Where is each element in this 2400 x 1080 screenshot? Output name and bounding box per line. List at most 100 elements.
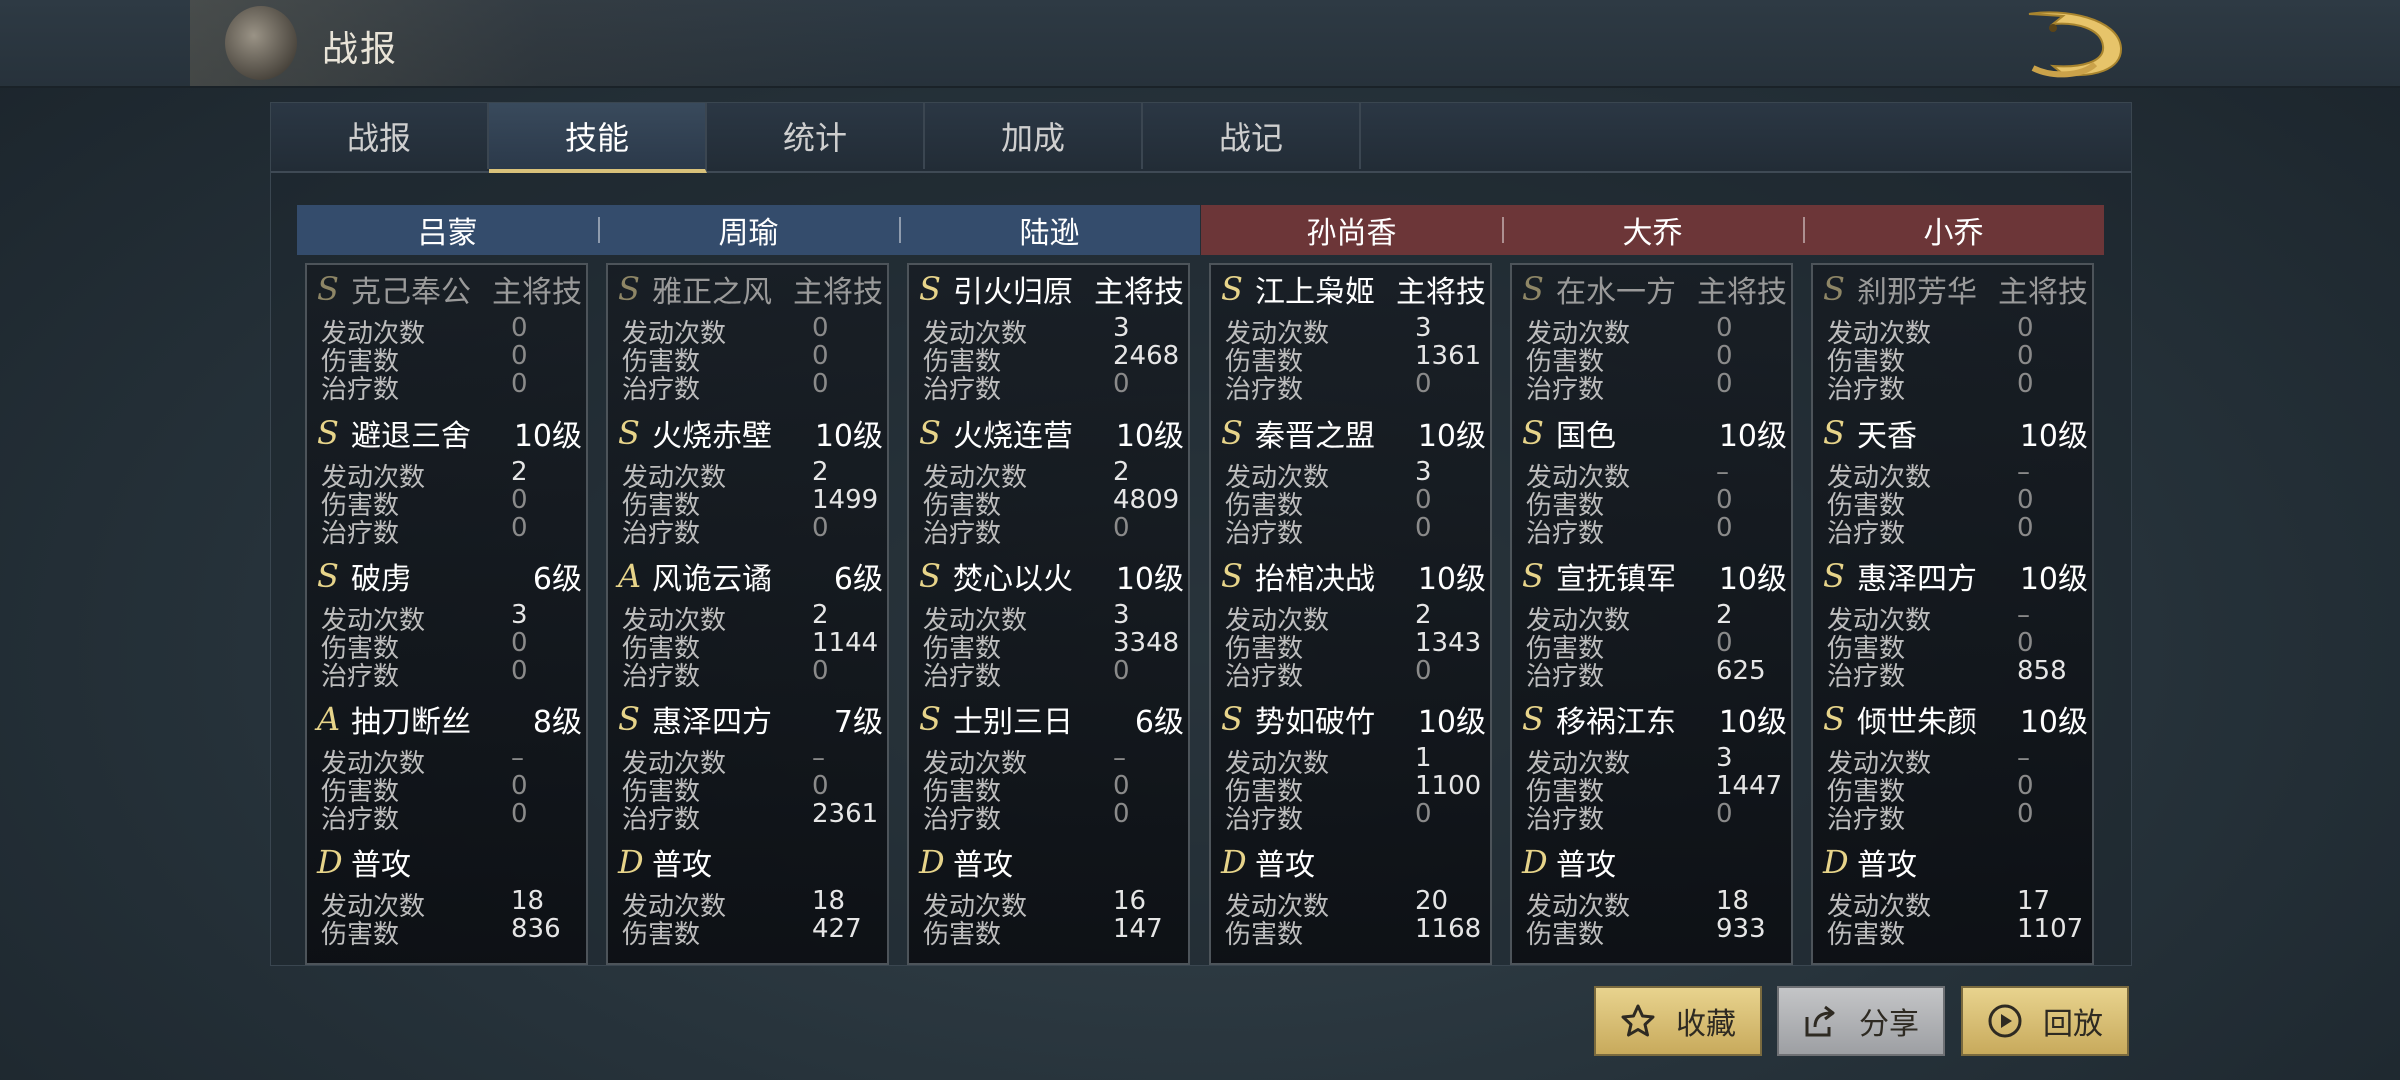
skill-header[interactable]: S 国色 10级 <box>1522 413 1787 454</box>
skill-header[interactable]: S 宣抚镇军 10级 <box>1522 556 1787 597</box>
stat-row: 发动次数 20 <box>1225 886 1485 922</box>
skill-header[interactable]: S 倾世朱颜 10级 <box>1823 699 2088 740</box>
skill-header[interactable]: S 秦晋之盟 10级 <box>1221 413 1486 454</box>
skill-level: 10级 <box>1417 419 1486 454</box>
skill-header[interactable]: S 在水一方 主将技 <box>1522 269 1787 310</box>
stat-value: 0 <box>1415 656 1432 686</box>
general-name[interactable]: 周瑜 <box>598 205 899 255</box>
stat-row: 发动次数 3 <box>1526 743 1786 779</box>
stat-row: 伤害数 1144 <box>622 628 882 664</box>
skill-header[interactable]: D 普攻 <box>1522 842 1787 883</box>
stat-row: 发动次数 18 <box>622 886 882 922</box>
skill-header[interactable]: D 普攻 <box>919 842 1184 883</box>
column-divider <box>1502 217 1504 243</box>
stat-row: 伤害数 0 <box>1827 341 2087 377</box>
skill-level: 10级 <box>2019 705 2088 740</box>
stat-row: 发动次数 16 <box>923 886 1183 922</box>
stat-value: 3 <box>1113 600 1130 630</box>
skill-header[interactable]: S 火烧连营 10级 <box>919 413 1184 454</box>
skill-header[interactable]: S 克己奉公 主将技 <box>317 269 582 310</box>
skill-header[interactable]: S 焚心以火 10级 <box>919 556 1184 597</box>
skill-header[interactable]: S 惠泽四方 7级 <box>618 699 883 740</box>
stat-value: 1144 <box>812 628 879 658</box>
stat-row: 伤害数 0 <box>1827 771 2087 807</box>
skill-header[interactable]: S 避退三舍 10级 <box>317 413 582 454</box>
stat-row: 伤害数 1100 <box>1225 771 1485 807</box>
skill-header[interactable]: S 士别三日 6级 <box>919 699 1184 740</box>
stat-row: 伤害数 0 <box>1526 485 1786 521</box>
share-icon <box>1805 1005 1835 1037</box>
skill-name: 焚心以火 <box>953 562 1073 597</box>
star-icon <box>1621 1004 1655 1037</box>
skill-header[interactable]: A 抽刀断丝 8级 <box>317 699 582 740</box>
skill-header[interactable]: S 火烧赤壁 10级 <box>618 413 883 454</box>
general-name[interactable]: 大乔 <box>1502 205 1803 255</box>
stat-label: 治疗数 <box>622 519 701 549</box>
stat-value: 1168 <box>1415 914 1482 944</box>
favorite-label: 收藏 <box>1676 1007 1736 1042</box>
skill-list: S 雅正之风 主将技 发动次数 0 伤害数 0 治疗数 0 S 火烧赤壁 10级 发动次数 2 伤害数 149… <box>606 263 889 965</box>
skill-header[interactable]: S 破虏 6级 <box>317 556 582 597</box>
stat-row: 治疗数 0 <box>321 513 581 549</box>
skill-list: S 江上枭姬 主将技 发动次数 3 伤害数 1361 治疗数 0 S 秦晋之盟 10级 发动次数 3 伤害数… <box>1209 263 1492 965</box>
stat-row: 伤害数 1499 <box>622 485 882 521</box>
stat-row: 发动次数 – <box>1827 743 2087 779</box>
general-name[interactable]: 小乔 <box>1803 205 2104 255</box>
skill-level: 10级 <box>1718 419 1787 454</box>
skill-header[interactable]: S 刹那芳华 主将技 <box>1823 269 2088 310</box>
skill-name: 火烧连营 <box>953 419 1073 454</box>
skill-header[interactable]: S 天香 10级 <box>1823 413 2088 454</box>
skill-name: 势如破竹 <box>1255 705 1375 740</box>
tab-skills[interactable]: 技能 <box>489 103 707 173</box>
stat-value: 0 <box>511 513 528 543</box>
skill-header[interactable]: D 普攻 <box>1221 842 1486 883</box>
skill-header[interactable]: S 惠泽四方 10级 <box>1823 556 2088 597</box>
tab-battle-log[interactable]: 战记 <box>1143 103 1361 169</box>
general-name[interactable]: 孙尚香 <box>1201 205 1502 255</box>
skill-grade: S <box>618 700 640 738</box>
share-button[interactable]: 分享 <box>1777 986 1945 1056</box>
skill-header[interactable]: S 引火归原 主将技 <box>919 269 1184 310</box>
skill-header[interactable]: S 江上枭姬 主将技 <box>1221 269 1486 310</box>
skill-header[interactable]: D 普攻 <box>1823 842 2088 883</box>
skill-header[interactable]: A 风诡云谲 6级 <box>618 556 883 597</box>
stat-label: 治疗数 <box>923 805 1002 835</box>
stat-row: 治疗数 0 <box>1225 656 1485 692</box>
skill-level: 10级 <box>1115 562 1184 597</box>
stat-row: 治疗数 0 <box>321 799 581 835</box>
replay-button[interactable]: 回放 <box>1961 986 2129 1056</box>
skill-header[interactable]: D 普攻 <box>618 842 883 883</box>
stat-row: 发动次数 18 <box>321 886 581 922</box>
stat-value: 2 <box>1113 457 1130 487</box>
tab-statistics[interactable]: 统计 <box>707 103 925 169</box>
general-name[interactable]: 陆逊 <box>899 205 1200 255</box>
skill-level: 主将技 <box>492 275 582 310</box>
stat-row: 治疗数 0 <box>622 513 882 549</box>
skill-name: 克己奉公 <box>351 275 471 310</box>
skill-header[interactable]: S 势如破竹 10级 <box>1221 699 1486 740</box>
general-name[interactable]: 吕蒙 <box>297 205 598 255</box>
favorite-button[interactable]: 收藏 <box>1594 986 1762 1056</box>
general-column: 吕蒙 S 克己奉公 主将技 发动次数 0 伤害数 0 治疗数 0 S 避退三舍 10级 发动次数 2 伤害数 0… <box>297 205 598 965</box>
stat-row: 治疗数 0 <box>1827 369 2087 405</box>
dragon-logo-icon[interactable] <box>2020 6 2130 82</box>
tab-bonus[interactable]: 加成 <box>925 103 1143 169</box>
stat-label: 治疗数 <box>1827 662 1906 692</box>
skill-grade: S <box>1221 270 1243 308</box>
skill-header[interactable]: D 普攻 <box>317 842 582 883</box>
general-column: 孙尚香 S 江上枭姬 主将技 发动次数 3 伤害数 1361 治疗数 0 S 秦晋之盟 10级 发动次数 3… <box>1201 205 1502 965</box>
tab-battle-report[interactable]: 战报 <box>271 103 489 169</box>
skill-header[interactable]: S 移祸江东 10级 <box>1522 699 1787 740</box>
general-name-label: 陆逊 <box>1019 216 1080 251</box>
stat-row: 伤害数 0 <box>321 341 581 377</box>
skill-level: 主将技 <box>1998 275 2088 310</box>
stat-row: 发动次数 – <box>1526 457 1786 493</box>
stat-row: 治疗数 0 <box>923 656 1183 692</box>
stat-row: 治疗数 0 <box>923 513 1183 549</box>
skill-grade: S <box>919 700 941 738</box>
stat-label: 治疗数 <box>1225 375 1304 405</box>
stat-value: 0 <box>2017 313 2034 343</box>
skill-header[interactable]: S 雅正之风 主将技 <box>618 269 883 310</box>
skill-header[interactable]: S 抬棺决战 10级 <box>1221 556 1486 597</box>
stat-label: 治疗数 <box>622 805 701 835</box>
